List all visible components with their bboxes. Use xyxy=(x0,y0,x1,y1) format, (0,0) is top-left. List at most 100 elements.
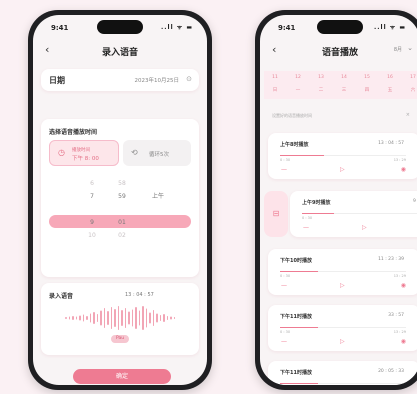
week-day[interactable]: 日 xyxy=(268,87,282,93)
week-date[interactable]: 15 xyxy=(360,75,374,80)
nav-bar: ‹ 录入语音 xyxy=(33,41,207,61)
hour-option[interactable]: 10 xyxy=(77,229,107,242)
week-date[interactable]: 14 xyxy=(337,75,351,80)
playback-item[interactable]: 上午8时播放 13 : 04 : 57 0 : 30 13 : 29 — ▷ ◉ xyxy=(268,133,417,179)
date-row[interactable]: 日期 2023年10月25日 ⊙ xyxy=(41,69,199,91)
week-days: 日 一 二 三 四 五 六 xyxy=(268,87,417,93)
playback-item[interactable]: 下午11时播放20 : 05 : 330 : 3013 : 29—▷◉ xyxy=(268,361,417,385)
waveform-bar xyxy=(163,314,165,322)
minus-icon[interactable]: — xyxy=(303,224,309,231)
dynamic-island xyxy=(317,20,363,34)
minute-column[interactable]: 58 59 00 01 02 xyxy=(107,177,137,242)
record-voice-screen: 9:41 ..ll ᯤ ▬ ‹ 录入语音 日期 2023年10月25日 ⊙ 选择… xyxy=(33,15,207,385)
minute-option-selected[interactable]: 00 xyxy=(107,203,137,216)
tab-repeat[interactable]: ⟲ 循环5次 xyxy=(123,140,191,166)
waveform xyxy=(63,305,177,331)
minute-option[interactable]: 58 xyxy=(107,177,137,190)
minute-option[interactable]: 01 xyxy=(107,216,137,229)
playback-item-time: 13 : 04 : 57 xyxy=(378,141,404,146)
progress-fill xyxy=(280,383,318,384)
dynamic-island xyxy=(97,20,143,34)
week-date[interactable]: 17 xyxy=(406,75,417,80)
playback-item-name: 下午11时播放 xyxy=(280,370,312,376)
week-date[interactable]: 11 xyxy=(268,75,282,80)
week-date[interactable]: 13 xyxy=(314,75,328,80)
ampm-option[interactable]: 上午 xyxy=(143,190,173,203)
progress-track[interactable] xyxy=(280,383,406,384)
record-time: 13 : 04 : 57 xyxy=(125,292,154,298)
time-section-heading: 选择语音播放时间 xyxy=(49,129,98,136)
pause-button[interactable]: Pau xyxy=(111,335,129,343)
close-icon[interactable]: × xyxy=(406,112,410,118)
waveform-bar xyxy=(152,310,155,326)
play-icon[interactable]: ▷ xyxy=(340,338,345,345)
playback-item[interactable]: 下午11时播放 33 : 57 0 : 30 13 : 29 — ▷ ◉ xyxy=(268,305,417,351)
playback-item-time: 33 : 57 xyxy=(388,313,404,318)
delete-icon[interactable]: ⊟ xyxy=(264,191,288,237)
hour-option[interactable]: 6 xyxy=(77,177,107,190)
progress-start: 0 : 30 xyxy=(280,274,291,278)
phone-frame-left: 9:41 ..ll ᯤ ▬ ‹ 录入语音 日期 2023年10月25日 ⊙ 选择… xyxy=(28,10,212,390)
hour-option[interactable]: 9 xyxy=(77,216,107,229)
waveform-bar xyxy=(65,317,67,319)
progress-track[interactable] xyxy=(280,271,406,272)
playback-item[interactable]: 下午10时播放 11 : 23 : 39 0 : 30 13 : 29 — ▷ ◉ xyxy=(268,249,417,295)
week-day[interactable]: 三 xyxy=(337,87,351,93)
waveform-bar xyxy=(159,315,162,321)
record-icon[interactable]: ◉ xyxy=(401,338,406,345)
progress-track[interactable] xyxy=(280,327,406,328)
waveform-bar xyxy=(114,309,116,327)
waveform-bar xyxy=(156,313,158,323)
waveform-bar xyxy=(82,314,85,322)
progress-track[interactable] xyxy=(302,213,417,214)
minute-option[interactable]: 59 xyxy=(107,190,137,203)
minus-icon[interactable]: — xyxy=(281,338,287,345)
clock-icon: ◷ xyxy=(58,148,65,157)
progress-end: 13 : 29 xyxy=(393,274,406,278)
hour-option[interactable]: 7 xyxy=(77,190,107,203)
play-icon[interactable]: ▷ xyxy=(340,282,345,289)
record-heading: 录入语音 xyxy=(49,293,74,300)
voice-playback-screen: 9:41 ..ll ᯤ ▬ ‹ 语音播放 8月 ⌄ 11 12 13 14 15… xyxy=(260,15,417,385)
tab-play-time-value: 下午 8: 00 xyxy=(72,156,99,162)
time-wheel[interactable]: 6 7 9 10 58 59 00 01 02 上午 下午 8 xyxy=(41,177,199,267)
month-label: 8月 xyxy=(393,47,402,53)
tab-play-time[interactable]: ◷ 播放时间 下午 8: 00 xyxy=(49,140,119,166)
week-date[interactable]: 16 xyxy=(383,75,397,80)
record-icon[interactable]: ◉ xyxy=(401,282,406,289)
waveform-bar xyxy=(128,311,130,325)
hour-option-selected[interactable]: 8 xyxy=(77,203,107,216)
waveform-bar xyxy=(145,308,148,328)
play-icon[interactable]: ▷ xyxy=(362,224,367,231)
week-dates: 11 12 13 14 15 16 17 xyxy=(268,75,417,80)
ampm-option-selected[interactable]: 下午 xyxy=(143,203,173,216)
waveform-bar xyxy=(138,310,141,326)
tab-repeat-label: 循环5次 xyxy=(149,152,169,158)
confirm-button[interactable]: 确定 xyxy=(73,369,171,384)
wheel-spacer xyxy=(143,177,173,190)
hour-selected-column: 8 xyxy=(77,203,107,216)
calendar-icon[interactable]: ⊙ xyxy=(186,75,192,83)
playback-item-time: 20 : 05 : 33 xyxy=(378,369,404,374)
chevron-down-icon[interactable]: ⌄ xyxy=(407,44,413,52)
play-icon[interactable]: ▷ xyxy=(340,166,345,173)
minute-option[interactable]: 02 xyxy=(107,229,137,242)
week-day[interactable]: 一 xyxy=(291,87,305,93)
ampm-column[interactable]: 上午 下午 xyxy=(143,177,173,216)
minus-icon[interactable]: — xyxy=(281,166,287,173)
week-day[interactable]: 四 xyxy=(360,87,374,93)
playback-item[interactable]: 上午9时播放9 : 250 : 302 : 17—▷◉ xyxy=(290,191,417,237)
week-day[interactable]: 二 xyxy=(314,87,328,93)
record-icon[interactable]: ◉ xyxy=(401,166,406,173)
phone-frame-right: 9:41 ..ll ᯤ ▬ ‹ 语音播放 8月 ⌄ 11 12 13 14 15… xyxy=(255,10,417,390)
minus-icon[interactable]: — xyxy=(281,282,287,289)
playback-item-time: 11 : 23 : 39 xyxy=(378,257,404,262)
week-date[interactable]: 12 xyxy=(291,75,305,80)
progress-start: 0 : 30 xyxy=(302,216,313,220)
progress-track[interactable] xyxy=(280,155,406,156)
waveform-bar xyxy=(170,316,172,320)
playback-item-name: 上午8时播放 xyxy=(280,142,309,148)
week-day[interactable]: 六 xyxy=(406,87,417,93)
week-day[interactable]: 五 xyxy=(383,87,397,93)
playback-item-name: 上午9时播放 xyxy=(302,200,331,206)
